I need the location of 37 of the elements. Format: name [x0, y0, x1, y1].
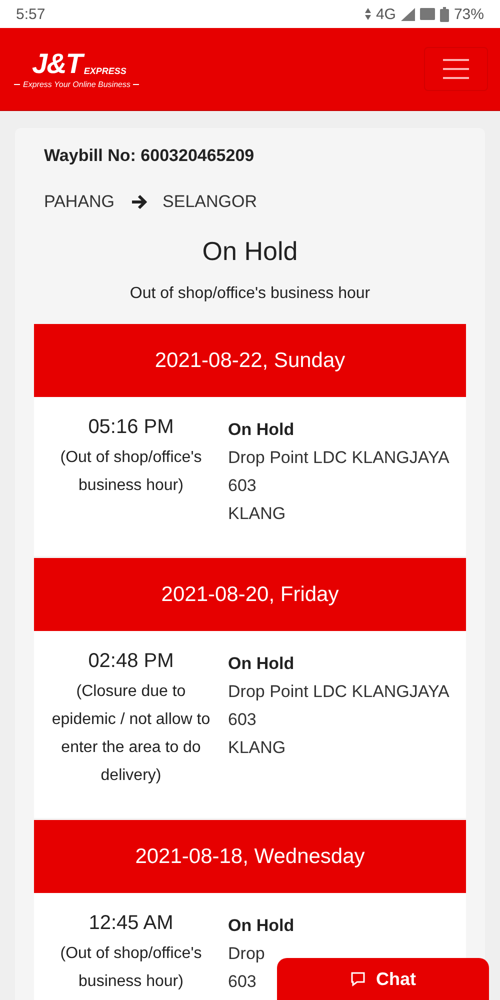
- clock-time: 5:57: [16, 6, 46, 22]
- date-header: 2021-08-18, Wednesday: [34, 820, 466, 893]
- shipment-status: On Hold: [201, 236, 299, 267]
- arrow-icon: [130, 194, 147, 210]
- chat-button[interactable]: Chat: [277, 958, 489, 1000]
- event-time: 05:16 PM: [88, 416, 174, 439]
- logo-word: EXPRESS: [84, 66, 126, 76]
- logo-tagline: Express Your Online Business: [23, 80, 130, 88]
- waybill-number: Waybill No: 600320465209: [43, 146, 256, 166]
- event-location: KLANG: [228, 503, 286, 525]
- date-header: 2021-08-22, Sunday: [34, 324, 466, 397]
- event-location: Drop Point LDC KLANGJAYA 603: [228, 681, 450, 731]
- battery-percent: 73%: [454, 6, 484, 22]
- event-status: On Hold: [228, 653, 296, 675]
- event-note: (Closure due to epidemic / not allow to enter the area to do delivery): [50, 682, 212, 786]
- event-location: Drop: [228, 943, 265, 965]
- menu-button[interactable]: [424, 47, 488, 91]
- battery-icon: [440, 6, 449, 22]
- data-arrows-icon: [364, 8, 371, 20]
- network-type: 4G: [376, 6, 396, 22]
- status-note: Out of shop/office's business hour: [128, 285, 372, 303]
- event-location: Drop Point LDC KLANGJAYA 603: [228, 447, 450, 497]
- signal-icon: [400, 8, 415, 20]
- event-note: (Out of shop/office's business hour): [59, 448, 203, 496]
- event-status: On Hold: [228, 915, 296, 937]
- menu-icon: [443, 59, 469, 79]
- event-time: 12:45 AM: [88, 912, 174, 935]
- event-status: On Hold: [228, 419, 296, 441]
- chat-icon: [350, 971, 366, 987]
- event-location: 603: [228, 971, 256, 993]
- event-time: 02:48 PM: [88, 650, 174, 673]
- event-location: KLANG: [228, 737, 286, 759]
- event-note: (Out of shop/office's business hour): [59, 944, 203, 992]
- logo-mark: J&T: [32, 50, 82, 78]
- destination-state: SELANGOR: [162, 192, 258, 212]
- date-header: 2021-08-20, Friday: [34, 558, 466, 631]
- origin-state: PAHANG: [44, 192, 115, 212]
